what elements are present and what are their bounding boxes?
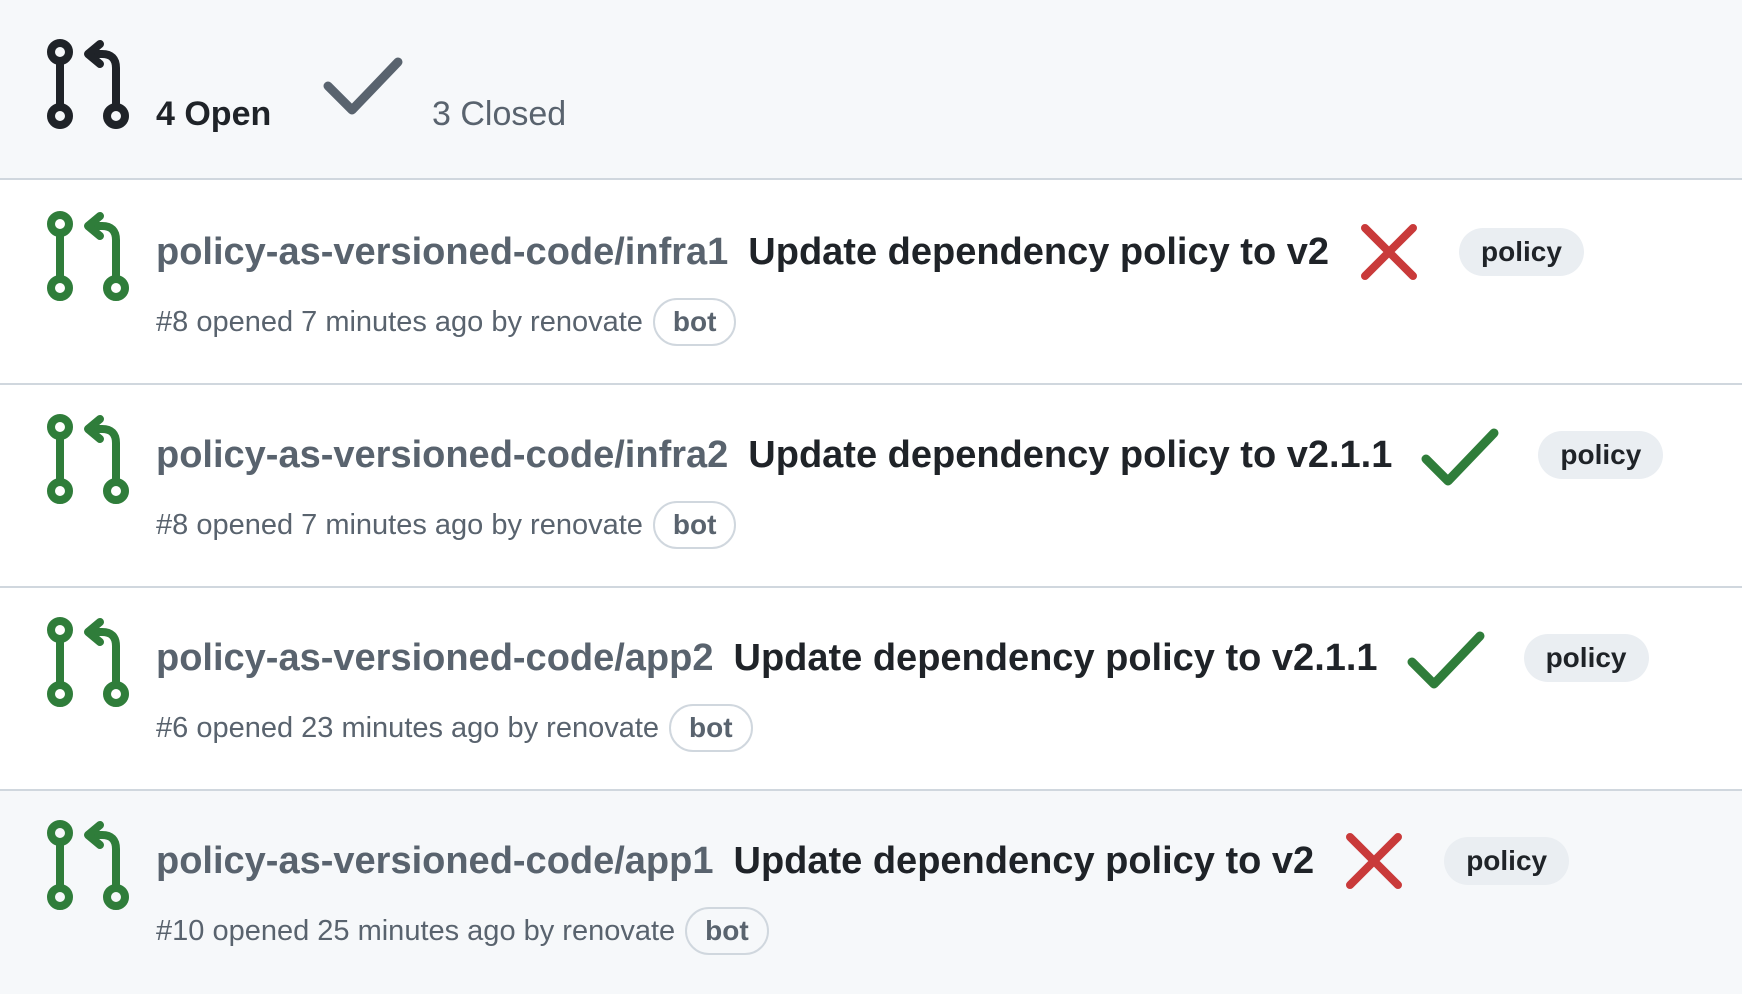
pull-request-title-line: policy-as-versioned-code/infra2 Update d… <box>156 423 1664 487</box>
repository-link[interactable]: policy-as-versioned-code/infra2 <box>156 431 728 479</box>
pull-request-row[interactable]: policy-as-versioned-code/infra1 Update d… <box>0 182 1742 385</box>
check-failure-x-icon[interactable] <box>1357 220 1421 284</box>
pull-request-title-link[interactable]: Update dependency policy to v2 <box>748 228 1329 276</box>
opened-by-text: #10 opened 25 minutes ago by renovate <box>156 914 676 947</box>
pull-request-meta: #6 opened 23 minutes ago by renovate bot <box>156 704 753 752</box>
check-icon <box>323 57 403 115</box>
pull-request-title-line: policy-as-versioned-code/app2 Update dep… <box>156 626 1649 690</box>
pull-request-title-link[interactable]: Update dependency policy to v2.1.1 <box>734 634 1378 682</box>
bot-badge: bot <box>652 501 737 549</box>
open-pull-request-icon <box>47 820 129 910</box>
label-policy[interactable]: policy <box>1444 837 1570 885</box>
closed-filter-tab[interactable]: 3 Closed <box>432 94 566 134</box>
pull-request-row[interactable]: policy-as-versioned-code/infra2 Update d… <box>0 385 1742 588</box>
open-pull-request-icon <box>47 211 129 301</box>
repository-link[interactable]: policy-as-versioned-code/app2 <box>156 634 714 682</box>
pull-request-meta: #10 opened 25 minutes ago by renovate bo… <box>156 907 769 955</box>
bot-badge: bot <box>669 704 753 752</box>
check-success-icon[interactable] <box>1406 626 1486 690</box>
check-success-icon[interactable] <box>1420 423 1500 487</box>
pull-request-title-line: policy-as-versioned-code/infra1 Update d… <box>156 220 1584 284</box>
pull-request-list: 4 Open 3 Closed policy-as-versioned-code… <box>0 0 1742 994</box>
pull-request-meta: #8 opened 7 minutes ago by renovate bot <box>156 501 737 549</box>
open-pull-request-icon <box>47 617 129 707</box>
opened-by-text: #6 opened 23 minutes ago by renovate <box>156 711 660 744</box>
pull-request-row[interactable]: policy-as-versioned-code/app1 Update dep… <box>0 791 1742 994</box>
label-policy[interactable]: policy <box>1458 228 1584 276</box>
label-policy[interactable]: policy <box>1538 431 1664 479</box>
repository-link[interactable]: policy-as-versioned-code/infra1 <box>156 228 728 276</box>
pull-request-title-line: policy-as-versioned-code/app1 Update dep… <box>156 829 1570 893</box>
list-header: 4 Open 3 Closed <box>0 0 1742 180</box>
opened-by-text: #8 opened 7 minutes ago by renovate <box>156 508 643 541</box>
bot-badge: bot <box>652 298 737 346</box>
label-policy[interactable]: policy <box>1523 634 1649 682</box>
check-failure-x-icon[interactable] <box>1342 829 1406 893</box>
pull-request-title-link[interactable]: Update dependency policy to v2 <box>734 837 1315 885</box>
pull-request-row[interactable]: policy-as-versioned-code/app2 Update dep… <box>0 588 1742 791</box>
pull-request-title-link[interactable]: Update dependency policy to v2.1.1 <box>748 431 1392 479</box>
opened-by-text: #8 opened 7 minutes ago by renovate <box>156 305 643 338</box>
open-filter-tab[interactable]: 4 Open <box>156 94 271 134</box>
pull-request-icon <box>47 39 129 129</box>
bot-badge: bot <box>685 907 769 955</box>
pull-request-meta: #8 opened 7 minutes ago by renovate bot <box>156 298 737 346</box>
repository-link[interactable]: policy-as-versioned-code/app1 <box>156 837 714 885</box>
open-pull-request-icon <box>47 414 129 504</box>
